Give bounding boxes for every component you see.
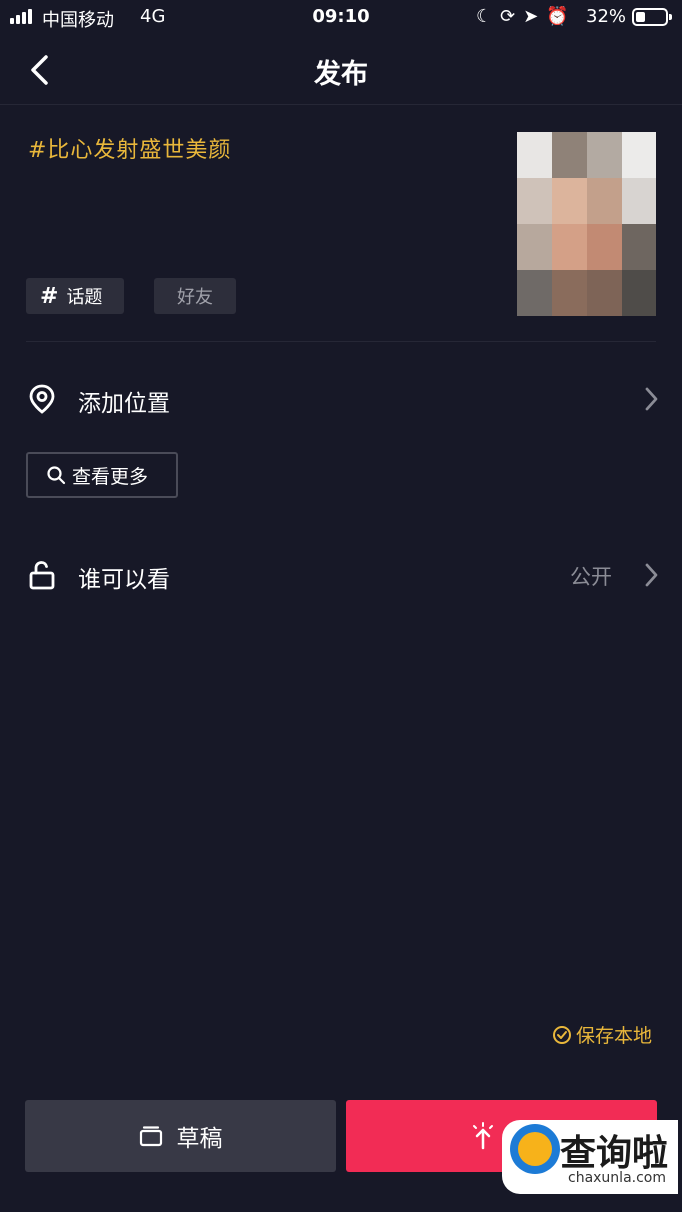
visibility-value: 公开 [570,565,612,589]
status-bar: 中国移动 4G 09:10 ☾ ⟳ ➤ ⏰ 32% [0,0,682,34]
draft-button[interactable]: 草稿 [25,1100,336,1172]
watermark-logo-inner [518,1132,552,1166]
caption-input[interactable]: #比心发射盛世美颜 [28,132,231,164]
who-can-see-label: 谁可以看 [78,567,170,593]
battery-percent: 32% [586,6,627,27]
friends-button[interactable]: 好友 [154,278,236,314]
upload-sparkle-icon [473,1122,493,1150]
moon-icon: ☾ [476,6,493,27]
add-location-label: 添加位置 [78,391,170,417]
draft-button-label: 草稿 [176,1126,223,1152]
rotation-lock-icon: ⟳ [500,6,516,27]
view-more-label: 查看更多 [72,465,149,488]
location-arrow-icon: ➤ [523,6,539,27]
chevron-right-icon [645,387,658,411]
topic-button[interactable]: # 话题 [26,278,124,314]
unlock-icon [29,561,55,590]
topic-button-label: 话题 [66,287,103,308]
chevron-right-icon [645,563,658,587]
friends-button-label: 好友 [177,287,213,308]
video-thumbnail[interactable] [517,132,656,316]
watermark-text: 查询啦 [560,1132,669,1174]
divider [26,341,656,342]
location-pin-icon [29,384,55,414]
check-circle-icon [553,1025,571,1044]
draft-box-icon [139,1126,162,1147]
watermark-sub: chaxunla.com [568,1170,666,1186]
search-icon [47,466,66,485]
save-local-label: 保存本地 [576,1025,653,1047]
page-title: 发布 [314,59,368,90]
save-local-toggle[interactable]: 保存本地 [552,1021,652,1048]
hashtag-icon: # [40,283,59,309]
divider [0,104,682,105]
battery-icon [632,8,672,26]
clock: 09:10 [312,6,370,27]
status-icons: ☾ ⟳ ➤ ⏰ [476,6,569,27]
view-more-button[interactable]: 查看更多 [26,452,178,498]
alarm-icon: ⏰ [546,6,569,27]
